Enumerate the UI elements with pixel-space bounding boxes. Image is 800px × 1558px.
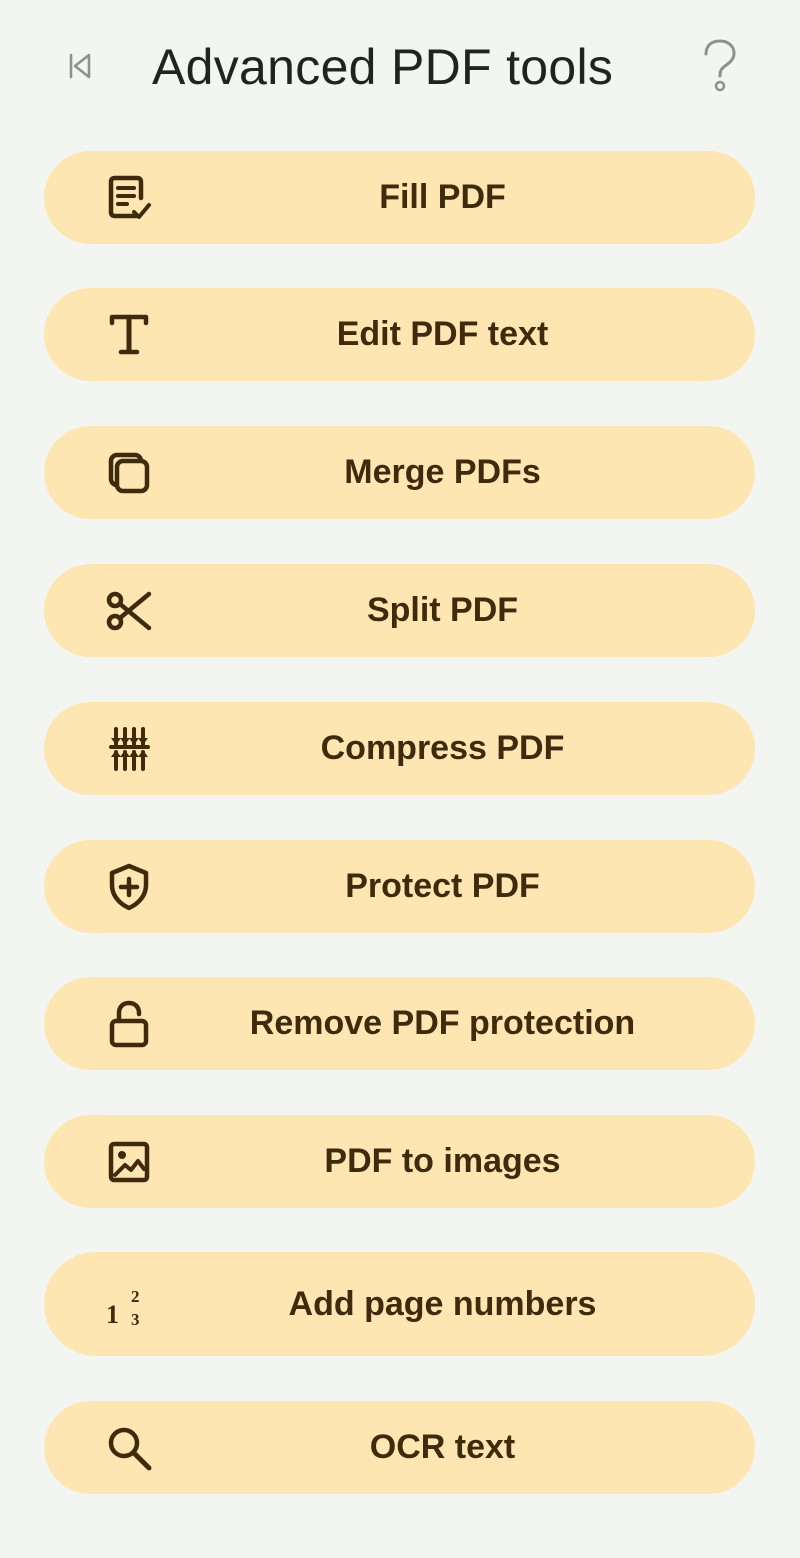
edit-pdf-text-label: Edit PDF text	[336, 315, 549, 353]
skip-previous-icon	[65, 51, 95, 81]
split-pdf-label: Split PDF	[366, 591, 519, 629]
page-title: Advanced PDF tools	[152, 39, 614, 95]
fill-pdf-button[interactable]: Fill PDF	[44, 151, 755, 244]
protect-pdf-button[interactable]: Protect PDF	[44, 840, 755, 933]
add-page-numbers-label: Add page numbers	[288, 1285, 597, 1323]
remove-pdf-protection-label: Remove PDF protection	[249, 1004, 636, 1042]
ocr-text-label: OCR text	[369, 1428, 516, 1466]
compress-pdf-label: Compress PDF	[320, 729, 565, 767]
remove-pdf-protection-button[interactable]: Remove PDF protection	[44, 977, 755, 1070]
merge-pdfs-label: Merge PDFs	[344, 453, 541, 491]
ocr-text-button[interactable]: OCR text	[44, 1401, 755, 1494]
pdf-to-images-label: PDF to images	[324, 1142, 561, 1180]
fill-pdf-label: Fill PDF	[379, 178, 506, 216]
header-bar: Advanced PDF tools	[0, 0, 800, 140]
question-mark-icon	[700, 38, 740, 94]
compress-pdf-button[interactable]: Compress PDF	[44, 702, 755, 795]
protect-pdf-label: Protect PDF	[345, 867, 540, 905]
add-page-numbers-button[interactable]: 1 2 3 Add page numbers	[44, 1252, 755, 1356]
pdf-to-images-button[interactable]: PDF to images	[44, 1115, 755, 1208]
help-button[interactable]	[694, 36, 746, 96]
split-pdf-button[interactable]: Split PDF	[44, 564, 755, 657]
advanced-pdf-tools-screen: Advanced PDF tools Fill PDF Edit PDF tex…	[0, 0, 800, 1558]
edit-pdf-text-button[interactable]: Edit PDF text	[44, 288, 755, 381]
back-button[interactable]	[58, 44, 102, 88]
merge-pdfs-button[interactable]: Merge PDFs	[44, 426, 755, 519]
